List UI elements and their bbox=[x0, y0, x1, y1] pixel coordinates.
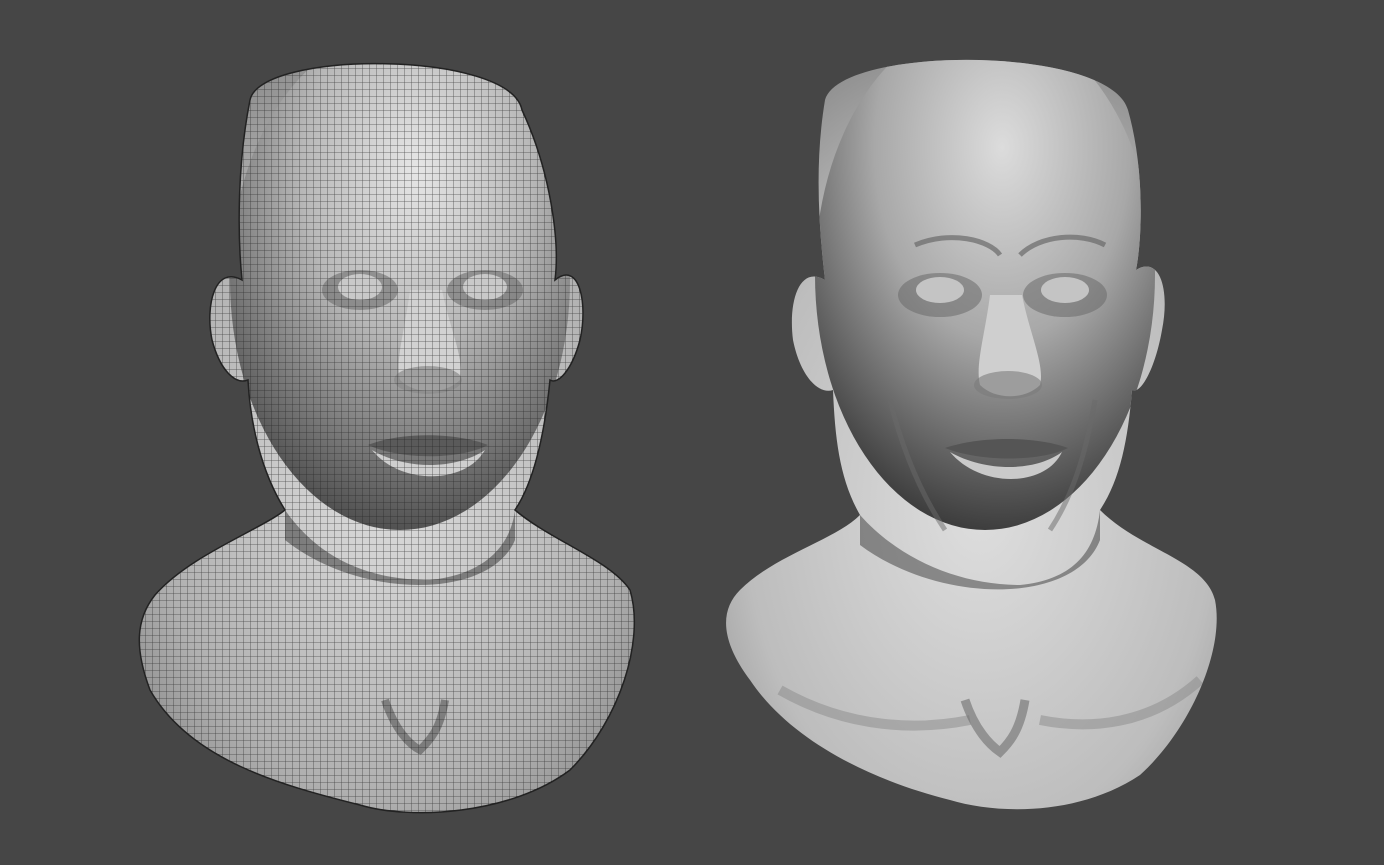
head-bust-smooth[interactable] bbox=[700, 40, 1260, 820]
3d-viewport[interactable] bbox=[0, 0, 1384, 865]
wireframe-bust-render bbox=[138, 63, 636, 814]
head-bust-wireframe[interactable] bbox=[110, 40, 670, 820]
smooth-bust-render bbox=[726, 59, 1217, 810]
